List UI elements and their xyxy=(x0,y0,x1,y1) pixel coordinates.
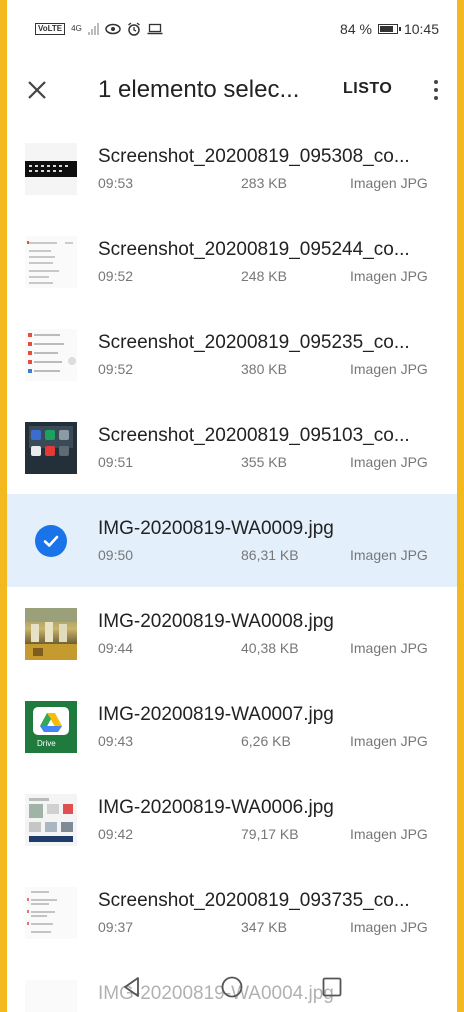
file-row[interactable]: Screenshot_20200819_093735_co... 09:37 3… xyxy=(7,866,457,959)
home-circle-icon[interactable] xyxy=(220,975,244,999)
signal-icon xyxy=(87,23,99,35)
file-thumbnail: Drive xyxy=(25,701,77,753)
file-size: 355 KB xyxy=(241,454,287,470)
file-type: Imagen JPG xyxy=(350,361,428,377)
file-time: 09:37 xyxy=(98,919,134,935)
status-right: 84 % 10:45 xyxy=(340,21,439,37)
file-name: IMG-20200819-WA0009.jpg xyxy=(98,518,334,539)
status-time: 10:45 xyxy=(403,21,439,37)
recents-square-icon[interactable] xyxy=(320,975,344,999)
close-icon[interactable] xyxy=(25,78,49,102)
file-time: 09:42 xyxy=(98,826,134,842)
file-time: 09:50 xyxy=(98,547,134,563)
file-row[interactable]: IMG-20200819-WA0008.jpg 09:44 40,38 KB I… xyxy=(7,587,457,680)
system-nav-bar xyxy=(7,962,457,1012)
file-thumbnail xyxy=(25,608,77,660)
file-thumbnail xyxy=(25,794,77,846)
file-thumbnail xyxy=(25,887,77,939)
file-name: Screenshot_20200819_095308_co... xyxy=(98,146,410,167)
file-size: 283 KB xyxy=(241,175,287,191)
file-row[interactable]: Drive IMG-20200819-WA0007.jpg 09:43 6,26… xyxy=(7,680,457,773)
file-time: 09:51 xyxy=(98,454,134,470)
file-name: IMG-20200819-WA0006.jpg xyxy=(98,797,334,818)
file-thumbnail xyxy=(25,422,77,474)
file-size: 79,17 KB xyxy=(241,826,299,842)
file-list: Screenshot_20200819_095308_co... 09:53 2… xyxy=(7,122,457,1012)
file-row[interactable]: Screenshot_20200819_095244_co... 09:52 2… xyxy=(7,215,457,308)
file-type: Imagen JPG xyxy=(350,175,428,191)
screen: VoLTE 4G 84 % 10:45 1 elemento selec... … xyxy=(7,0,457,1012)
file-thumbnail xyxy=(25,236,77,288)
file-size: 86,31 KB xyxy=(241,547,299,563)
network-type: 4G xyxy=(71,24,82,33)
file-time: 09:52 xyxy=(98,268,134,284)
file-time: 09:43 xyxy=(98,733,134,749)
back-triangle-icon[interactable] xyxy=(120,975,144,999)
file-size: 347 KB xyxy=(241,919,287,935)
file-type: Imagen JPG xyxy=(350,640,428,656)
file-type: Imagen JPG xyxy=(350,919,428,935)
alarm-icon xyxy=(127,22,140,36)
file-name: Screenshot_20200819_095235_co... xyxy=(98,332,410,353)
file-size: 380 KB xyxy=(241,361,287,377)
file-row[interactable]: Screenshot_20200819_095103_co... 09:51 3… xyxy=(7,401,457,494)
file-row[interactable]: IMG-20200819-WA0006.jpg 09:42 79,17 KB I… xyxy=(7,773,457,866)
file-time: 09:53 xyxy=(98,175,134,191)
file-row[interactable]: Screenshot_20200819_095235_co... 09:52 3… xyxy=(7,308,457,401)
file-thumbnail xyxy=(25,329,77,381)
done-button[interactable]: LISTO xyxy=(343,80,392,98)
selection-app-bar: 1 elemento selec... LISTO xyxy=(7,58,457,122)
file-row[interactable]: Screenshot_20200819_095308_co... 09:53 2… xyxy=(7,122,457,215)
file-name: Screenshot_20200819_093735_co... xyxy=(98,890,410,911)
file-type: Imagen JPG xyxy=(350,733,428,749)
selection-title: 1 elemento selec... xyxy=(98,76,300,103)
battery-icon xyxy=(377,24,401,34)
file-thumbnail xyxy=(25,143,77,195)
drive-thumb-label: Drive xyxy=(37,739,56,748)
laptop-icon xyxy=(147,23,163,35)
file-time: 09:52 xyxy=(98,361,134,377)
status-bar: VoLTE 4G 84 % 10:45 xyxy=(7,0,457,58)
file-type: Imagen JPG xyxy=(350,826,428,842)
more-vert-icon[interactable] xyxy=(431,78,441,102)
file-name: Screenshot_20200819_095244_co... xyxy=(98,239,410,260)
file-size: 6,26 KB xyxy=(241,733,291,749)
file-name: Screenshot_20200819_095103_co... xyxy=(98,425,410,446)
file-type: Imagen JPG xyxy=(350,547,428,563)
status-left: VoLTE 4G xyxy=(35,22,163,36)
file-time: 09:44 xyxy=(98,640,134,656)
battery-level-fill xyxy=(379,26,393,32)
file-name: IMG-20200819-WA0007.jpg xyxy=(98,704,334,725)
eye-icon xyxy=(105,23,121,35)
check-circle-icon[interactable] xyxy=(35,525,67,557)
battery-percent: 84 % xyxy=(340,21,372,37)
file-type: Imagen JPG xyxy=(350,268,428,284)
file-row-selected[interactable]: IMG-20200819-WA0009.jpg 09:50 86,31 KB I… xyxy=(7,494,457,587)
file-size: 40,38 KB xyxy=(241,640,299,656)
file-size: 248 KB xyxy=(241,268,287,284)
volte-badge: VoLTE xyxy=(35,23,66,35)
file-type: Imagen JPG xyxy=(350,454,428,470)
file-name: IMG-20200819-WA0008.jpg xyxy=(98,611,334,632)
